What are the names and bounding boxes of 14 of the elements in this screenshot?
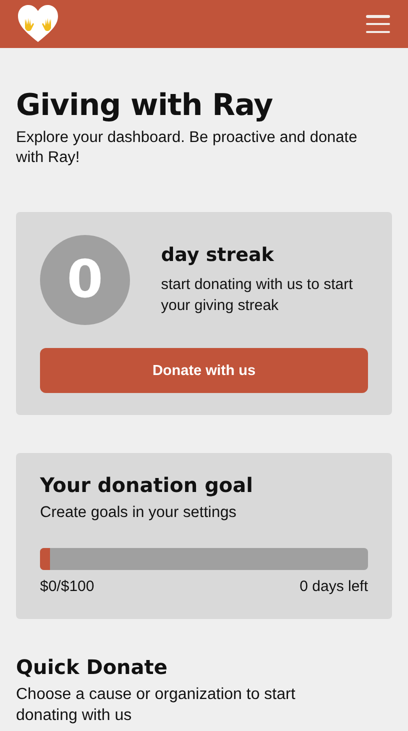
days-left: 0 days left xyxy=(300,578,368,596)
page-subtitle: Explore your dashboard. Be proactive and donate with Ray! xyxy=(16,128,358,168)
quick-donate-title: Quick Donate xyxy=(16,655,168,680)
menu-button[interactable] xyxy=(366,15,390,33)
heart-hands-icon[interactable] xyxy=(17,5,59,43)
streak-count: 0 xyxy=(40,235,130,326)
streak-title: day streak xyxy=(161,244,275,266)
goal-title: Your donation goal xyxy=(40,473,254,498)
donate-button[interactable]: Donate with us xyxy=(40,348,368,394)
page-title: Giving with Ray xyxy=(16,88,274,124)
goal-amount: $0/$100 xyxy=(40,578,94,596)
streak-text: start donating with us to start your giving streak xyxy=(161,275,354,316)
quick-donate-text: Choose a cause or organization to start donating with us xyxy=(16,685,296,726)
goal-text: Create goals in your settings xyxy=(40,504,238,522)
